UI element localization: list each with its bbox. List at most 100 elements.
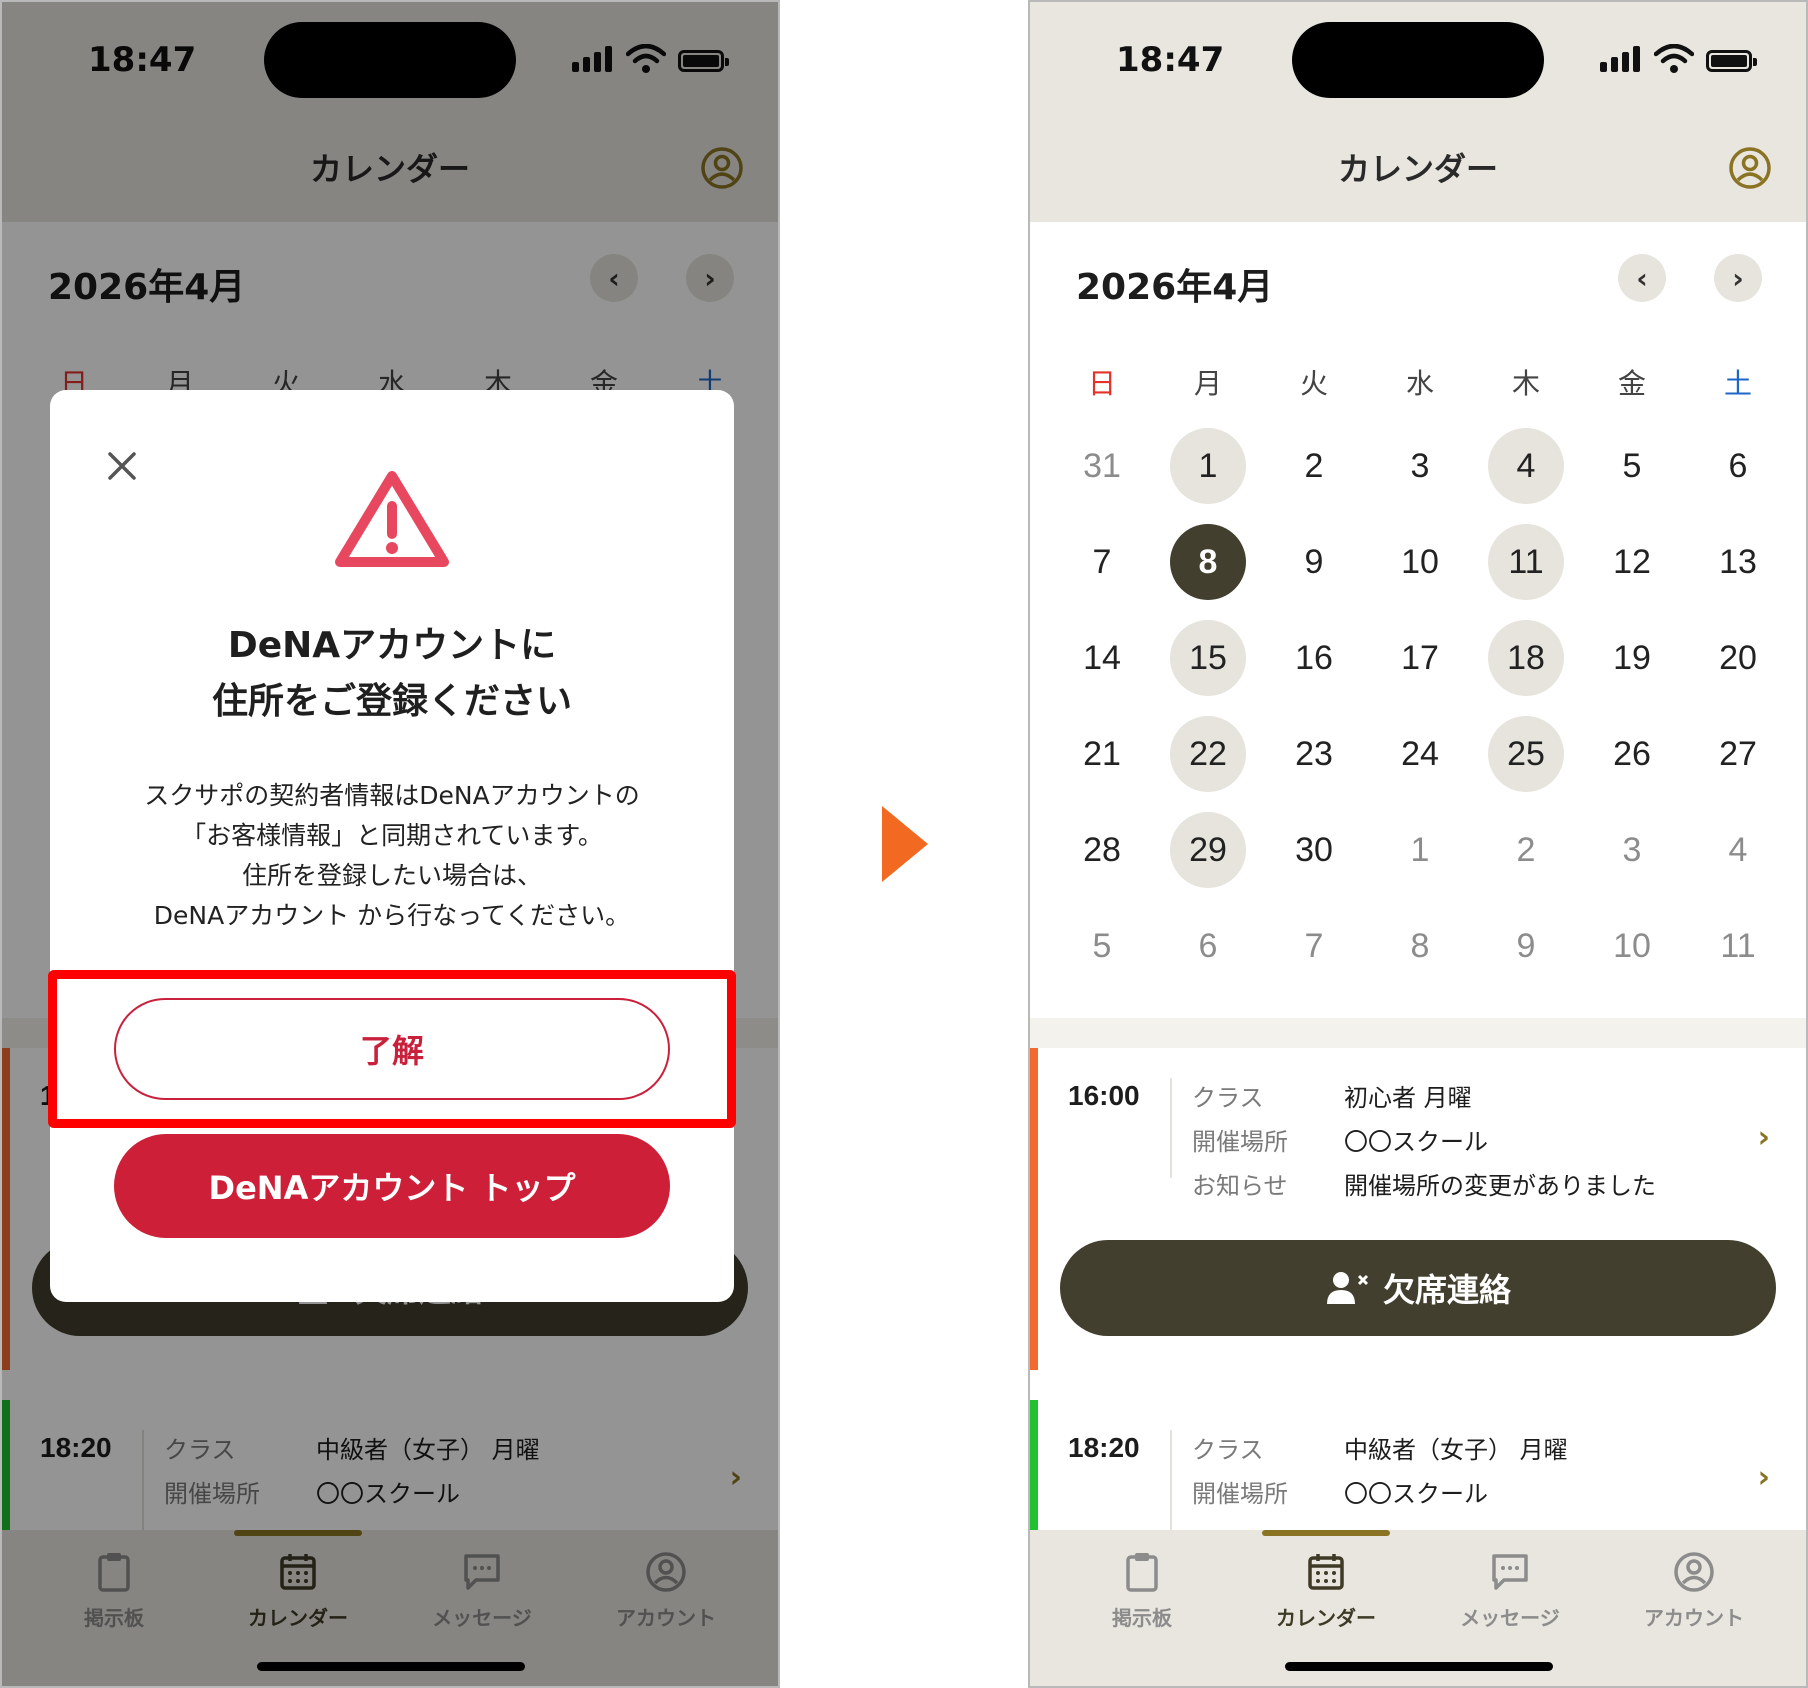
event-label: クラス bbox=[1192, 1084, 1264, 1112]
calendar-day[interactable]: 12 bbox=[1594, 524, 1670, 600]
calendar-day[interactable]: 18 bbox=[1488, 620, 1564, 696]
event-card[interactable]: 18:20 クラス 中級者（女子） 月曜 開催場所 〇〇スクール › bbox=[1030, 1400, 1806, 1530]
divider bbox=[1170, 1430, 1172, 1530]
dialog-message-line: DeNAアカウント から行なってください。 bbox=[153, 901, 631, 930]
event-time: 18:20 bbox=[1068, 1432, 1140, 1463]
account-circle-icon[interactable] bbox=[1728, 146, 1772, 190]
dialog-title-line: 住所をご登録ください bbox=[211, 681, 572, 722]
calendar-icon bbox=[1308, 1554, 1344, 1590]
calendar-day[interactable]: 28 bbox=[1064, 812, 1140, 888]
calendar-day[interactable]: 19 bbox=[1594, 620, 1670, 696]
account-circle-icon bbox=[1674, 1552, 1714, 1592]
dialog-title-line: DeNAアカウントに bbox=[227, 625, 557, 666]
calendar-day[interactable]: 10 bbox=[1594, 908, 1670, 984]
calendar-day[interactable]: 10 bbox=[1382, 524, 1458, 600]
calendar-day[interactable]: 11 bbox=[1700, 908, 1776, 984]
dialog-title: DeNAアカウントに 住所をご登録ください bbox=[50, 618, 734, 730]
chevron-right-icon[interactable]: › bbox=[1758, 1120, 1770, 1155]
calendar-day[interactable]: 20 bbox=[1700, 620, 1776, 696]
event-label: 開催場所 bbox=[1192, 1480, 1288, 1508]
calendar-day[interactable]: 13 bbox=[1700, 524, 1776, 600]
absence-button[interactable]: 欠席連絡 bbox=[1060, 1240, 1776, 1336]
month-title: 2026年4月 bbox=[1076, 267, 1274, 308]
calendar-day[interactable]: 24 bbox=[1382, 716, 1458, 792]
calendar-day[interactable]: 8 bbox=[1382, 908, 1458, 984]
event-label: お知らせ bbox=[1192, 1172, 1288, 1200]
event-card[interactable]: 16:00 クラス 初心者 月曜 開催場所 〇〇スクール お知らせ 開催場所の変… bbox=[1030, 1048, 1806, 1370]
dialog-message-line: スクサポの契約者情報はDeNAアカウントの bbox=[144, 781, 640, 810]
calendar-day[interactable]: 21 bbox=[1064, 716, 1140, 792]
calendar-day[interactable]: 14 bbox=[1064, 620, 1140, 696]
tab-label: メッセージ bbox=[1460, 1606, 1560, 1630]
event-value: 中級者（女子） 月曜 bbox=[1344, 1436, 1568, 1464]
calendar-day[interactable]: 25 bbox=[1488, 716, 1564, 792]
divider bbox=[1170, 1078, 1172, 1178]
tab-label: アカウント bbox=[1644, 1606, 1744, 1630]
calendar-panel: 2026年4月 ‹ › 日 月 火 水 木 金 土 31 1 2 3 4 5 6 7 8 9 10 1… bbox=[1030, 222, 1806, 1018]
warning-icon bbox=[335, 471, 449, 567]
phone-screen-after: 18:47 カレンダー 2026年4月 ‹ › 日 月 火 水 木 金 土 31… bbox=[1028, 0, 1808, 1688]
phone-screen-before: 18:47 カレンダー 2026年4月 ‹ › 日 月 火 水 木 金 土 18… bbox=[0, 0, 780, 1688]
chevron-right-icon[interactable]: › bbox=[1758, 1460, 1770, 1495]
absence-button-label: 欠席連絡 bbox=[1382, 1271, 1511, 1309]
calendar-day[interactable]: 23 bbox=[1276, 716, 1352, 792]
event-color-stripe bbox=[1030, 1048, 1038, 1370]
calendar-day[interactable]: 9 bbox=[1276, 524, 1352, 600]
dialog-message-line: 「お客様情報」と同期されています。 bbox=[181, 821, 603, 850]
dialog-message-line: 住所を登録したい場合は、 bbox=[241, 861, 542, 890]
calendar-day[interactable]: 4 bbox=[1488, 428, 1564, 504]
active-tab-indicator bbox=[1262, 1530, 1390, 1536]
tab-account[interactable]: アカウント bbox=[1602, 1550, 1786, 1650]
calendar-day[interactable]: 7 bbox=[1276, 908, 1352, 984]
status-bar: 18:47 bbox=[1030, 2, 1806, 112]
calendar-day[interactable]: 17 bbox=[1382, 620, 1458, 696]
calendar-day[interactable]: 4 bbox=[1700, 812, 1776, 888]
calendar-day[interactable]: 30 bbox=[1276, 812, 1352, 888]
weekday-label: 日 bbox=[1087, 367, 1116, 400]
prev-month-button[interactable]: ‹ bbox=[1618, 254, 1666, 302]
tab-bulletin-board[interactable]: 掲示板 bbox=[1050, 1550, 1234, 1650]
dena-account-top-button[interactable]: DeNAアカウント トップ bbox=[114, 1134, 670, 1238]
event-time: 16:00 bbox=[1068, 1080, 1140, 1111]
calendar-day[interactable]: 8 bbox=[1170, 524, 1246, 600]
calendar-day[interactable]: 9 bbox=[1488, 908, 1564, 984]
calendar-day[interactable]: 26 bbox=[1594, 716, 1670, 792]
calendar-day[interactable]: 22 bbox=[1170, 716, 1246, 792]
calendar-day[interactable]: 5 bbox=[1064, 908, 1140, 984]
calendar-day[interactable]: 16 bbox=[1276, 620, 1352, 696]
calendar-day[interactable]: 1 bbox=[1170, 428, 1246, 504]
calendar-day[interactable]: 11 bbox=[1488, 524, 1564, 600]
calendar-day[interactable]: 2 bbox=[1488, 812, 1564, 888]
tab-messages[interactable]: メッセージ bbox=[1418, 1550, 1602, 1650]
calendar-day[interactable]: 15 bbox=[1170, 620, 1246, 696]
calendar-day[interactable]: 7 bbox=[1064, 524, 1140, 600]
home-indicator bbox=[1285, 1662, 1553, 1671]
calendar-day[interactable]: 2 bbox=[1276, 428, 1352, 504]
weekday-label: 火 bbox=[1299, 367, 1328, 400]
calendar-day[interactable]: 31 bbox=[1064, 428, 1140, 504]
weekday-label: 土 bbox=[1723, 367, 1752, 400]
event-color-stripe bbox=[1030, 1400, 1038, 1530]
clipboard-icon bbox=[1126, 1553, 1158, 1592]
weekday-label: 水 bbox=[1405, 367, 1434, 400]
person-remove-icon bbox=[1326, 1272, 1369, 1304]
address-registration-dialog: DeNAアカウントに 住所をご登録ください スクサポの契約者情報はDeNAアカウ… bbox=[50, 390, 734, 1302]
calendar-day[interactable]: 3 bbox=[1594, 812, 1670, 888]
highlight-box bbox=[48, 970, 736, 1128]
calendar-day[interactable]: 6 bbox=[1700, 428, 1776, 504]
close-icon[interactable] bbox=[102, 446, 142, 486]
chevron-left-icon: ‹ bbox=[1636, 261, 1648, 295]
calendar-day[interactable]: 27 bbox=[1700, 716, 1776, 792]
message-icon bbox=[1492, 1554, 1528, 1590]
next-month-button[interactable]: › bbox=[1714, 254, 1762, 302]
tab-calendar[interactable]: カレンダー bbox=[1234, 1550, 1418, 1650]
event-label: クラス bbox=[1192, 1436, 1264, 1464]
calendar-day[interactable]: 1 bbox=[1382, 812, 1458, 888]
wifi-icon bbox=[1654, 44, 1694, 73]
calendar-day[interactable]: 5 bbox=[1594, 428, 1670, 504]
calendar-day[interactable]: 3 bbox=[1382, 428, 1458, 504]
weekday-label: 木 bbox=[1511, 367, 1540, 400]
calendar-day[interactable]: 29 bbox=[1170, 812, 1246, 888]
calendar-day[interactable]: 6 bbox=[1170, 908, 1246, 984]
page-title: カレンダー bbox=[1337, 150, 1498, 188]
